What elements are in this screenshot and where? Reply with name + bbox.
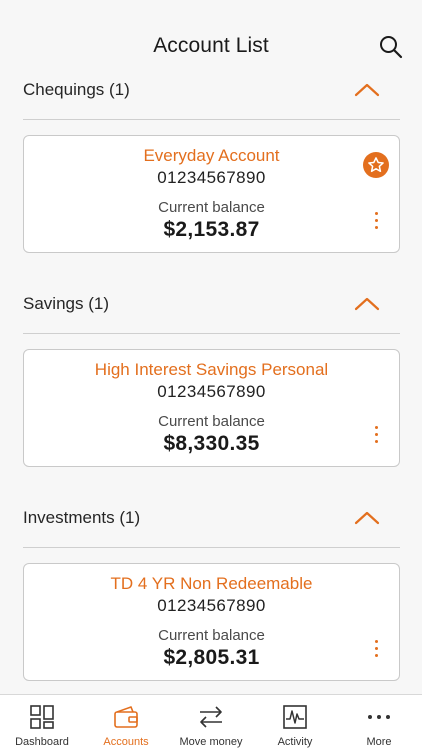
section-title: Savings (1) xyxy=(23,294,109,313)
account-card-high-interest-savings[interactable]: High Interest Savings Personal 012345678… xyxy=(23,349,400,467)
balance-label: Current balance xyxy=(158,627,265,644)
account-name: Everyday Account xyxy=(143,146,280,165)
section-header-chequings: Chequings (1) xyxy=(23,80,400,120)
section-title: Investments (1) xyxy=(23,508,141,527)
account-number: 01234567890 xyxy=(157,382,266,401)
star-icon xyxy=(368,157,384,173)
app-screen: Account List Chequings (1) Everyday Acco… xyxy=(0,0,422,750)
page-title: Account List xyxy=(153,34,269,57)
account-card-td-4yr-non-redeemable[interactable]: TD 4 YR Non Redeemable 01234567890 Curre… xyxy=(23,563,400,681)
balance-amount: $2,805.31 xyxy=(163,646,260,669)
tab-more[interactable]: More xyxy=(337,695,421,750)
search-button[interactable] xyxy=(378,34,404,60)
account-number: 01234567890 xyxy=(157,168,266,187)
tab-label: Accounts xyxy=(103,736,149,748)
header: Account List xyxy=(0,0,422,78)
account-options-button[interactable] xyxy=(372,640,380,662)
more-dots-icon xyxy=(368,715,390,719)
balance-label: Current balance xyxy=(158,199,265,216)
chevron-up-icon xyxy=(354,297,380,311)
chevron-up-icon xyxy=(354,83,380,97)
account-name: High Interest Savings Personal xyxy=(94,360,329,379)
bottom-tab-bar: Dashboard Accounts Move money Activity M… xyxy=(0,694,422,750)
kebab-dot xyxy=(374,426,378,429)
tab-dashboard[interactable]: Dashboard xyxy=(0,695,84,750)
collapse-chequings-button[interactable] xyxy=(354,82,380,98)
activity-chart-icon xyxy=(283,705,307,729)
section-header-investments: Investments (1) xyxy=(23,508,400,548)
collapse-investments-button[interactable] xyxy=(354,510,380,526)
tab-move-money[interactable]: Move money xyxy=(169,695,253,750)
search-icon xyxy=(380,36,403,59)
kebab-dot xyxy=(374,654,378,657)
tab-label: Dashboard xyxy=(15,736,69,748)
kebab-dot xyxy=(374,226,378,229)
tab-label: More xyxy=(366,736,392,748)
account-name: TD 4 YR Non Redeemable xyxy=(110,574,313,593)
account-options-button[interactable] xyxy=(372,212,380,234)
wallet-icon xyxy=(114,706,138,728)
collapse-savings-button[interactable] xyxy=(354,296,380,312)
kebab-dot xyxy=(374,640,378,643)
dashboard-icon xyxy=(30,705,54,729)
balance-amount: $8,330.35 xyxy=(163,432,260,455)
tab-label: Move money xyxy=(179,736,243,748)
chevron-up-icon xyxy=(354,511,380,525)
kebab-dot xyxy=(374,440,378,443)
kebab-dot xyxy=(374,647,378,650)
account-number: 01234567890 xyxy=(157,596,266,615)
tab-activity[interactable]: Activity xyxy=(253,695,337,750)
kebab-dot xyxy=(374,219,378,222)
account-card-everyday[interactable]: Everyday Account 01234567890 Current bal… xyxy=(23,135,400,253)
kebab-dot xyxy=(374,433,378,436)
tab-label: Activity xyxy=(277,736,313,748)
section-header-savings: Savings (1) xyxy=(23,294,400,334)
favorite-button[interactable] xyxy=(363,152,389,178)
transfer-arrows-icon xyxy=(200,706,222,728)
kebab-dot xyxy=(374,212,378,215)
balance-label: Current balance xyxy=(158,413,265,430)
section-title: Chequings (1) xyxy=(23,80,130,99)
account-options-button[interactable] xyxy=(372,426,380,448)
tab-accounts[interactable]: Accounts xyxy=(84,695,168,750)
balance-amount: $2,153.87 xyxy=(163,218,260,241)
